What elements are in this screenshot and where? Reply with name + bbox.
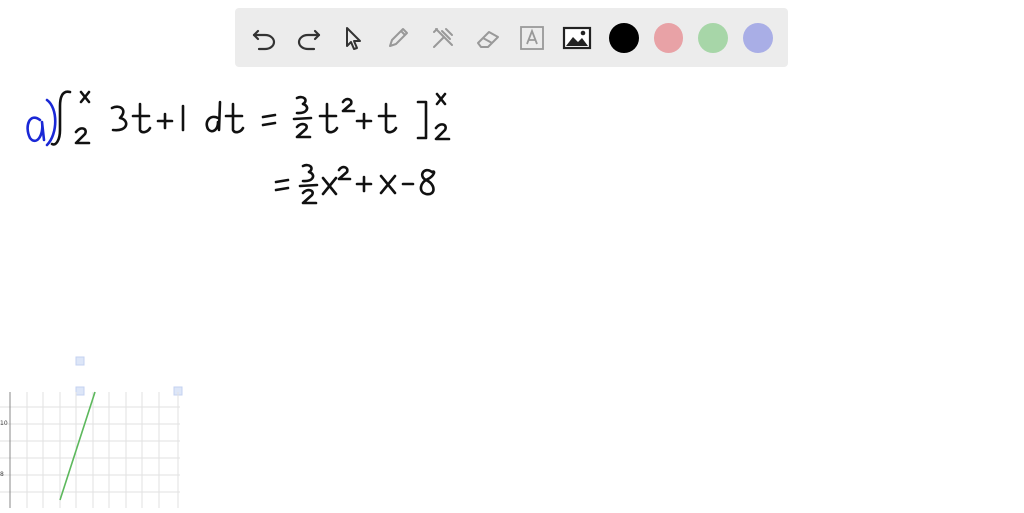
tools-icon — [432, 27, 453, 48]
drawing-toolbar — [235, 8, 788, 67]
graph-thumbnail[interactable]: 10 8 — [0, 355, 190, 508]
select-pointer-icon — [346, 26, 362, 50]
undo-button[interactable] — [247, 21, 281, 55]
integral-sign — [50, 90, 91, 146]
result-line — [274, 163, 436, 205]
color-blue-swatch[interactable] — [743, 22, 773, 53]
color-green-swatch[interactable] — [698, 22, 729, 53]
redo-icon — [297, 29, 320, 50]
resize-handle-top[interactable] — [75, 356, 85, 366]
color-black-swatch[interactable] — [608, 22, 639, 53]
antiderivative — [261, 92, 451, 141]
tick-label-8: 8 — [0, 471, 4, 478]
image-icon — [562, 26, 592, 49]
color-red-swatch[interactable] — [653, 22, 684, 53]
graph-line — [59, 391, 96, 501]
integrand — [110, 100, 245, 134]
undo-icon — [252, 29, 275, 50]
eraser-icon — [476, 30, 499, 48]
image-button[interactable] — [560, 21, 594, 55]
eraser-button[interactable] — [471, 21, 505, 55]
pen-button[interactable] — [381, 21, 415, 55]
tick-label-10: 10 — [0, 420, 8, 427]
redo-button[interactable] — [292, 21, 326, 55]
part-a-label — [26, 98, 57, 147]
text-box-icon — [520, 25, 545, 50]
pen-icon — [389, 27, 409, 47]
tools-button[interactable] — [426, 21, 460, 55]
text-box-button[interactable] — [515, 21, 549, 55]
select-button[interactable] — [336, 21, 370, 55]
resize-handle-left-top[interactable] — [75, 386, 85, 396]
